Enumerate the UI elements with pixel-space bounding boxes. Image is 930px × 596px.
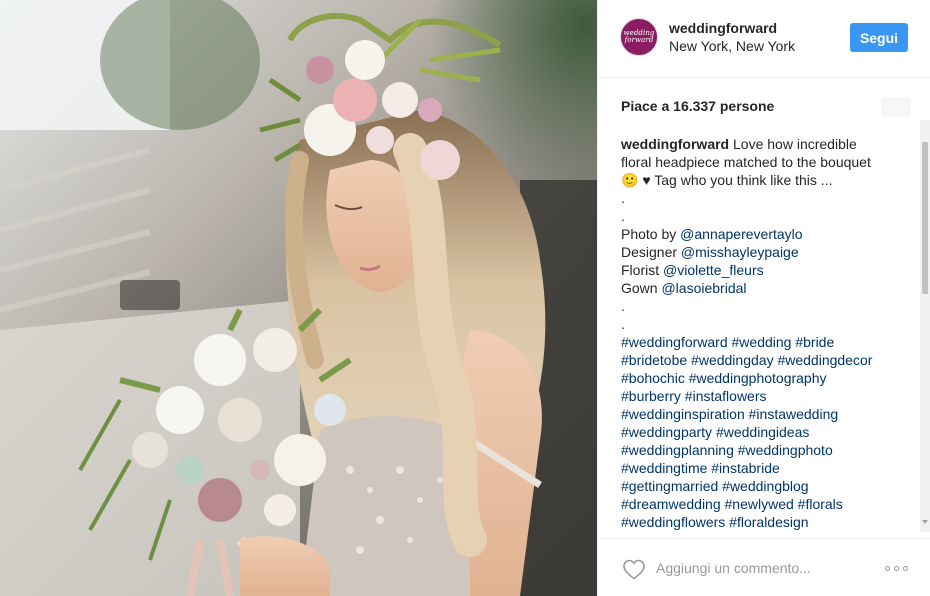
hashtag-line[interactable]: #dreamwedding #newlywed #florals [621, 495, 906, 513]
hashtag-line[interactable]: #bridetobe #weddingday #weddingdecor [621, 351, 906, 369]
comment-bar [598, 538, 930, 596]
credit-handle-link[interactable]: @misshayleypaige [681, 244, 799, 260]
likes-count[interactable]: Piace a 16.337 persone [621, 98, 774, 114]
hashtag-line[interactable]: #weddinginspiration #instawedding [621, 405, 906, 423]
post-caption: weddingforward Love how incredible flora… [621, 135, 906, 531]
hashtag-line[interactable]: #weddingplanning #weddingphoto [621, 441, 906, 459]
caption-line: 🙂 ♥ Tag who you think like this ... [621, 172, 833, 188]
hashtag-line[interactable]: #burberry #instaflowers [621, 387, 906, 405]
credit-line: Gown @lasoiebridal [621, 279, 906, 297]
hashtag-line[interactable]: #weddingparty #weddingideas [621, 423, 906, 441]
post-details-panel: wedding forward weddingforward New York,… [597, 0, 930, 596]
scrollbar-thumb[interactable] [922, 142, 928, 294]
credit-label: Designer [621, 244, 678, 260]
caption-dot: . [621, 190, 625, 206]
hashtag-line[interactable]: #bohochic #weddingphotography [621, 369, 906, 387]
credit-handle-link[interactable]: @lasoiebridal [661, 280, 746, 296]
avatar-logo-text: wedding forward [623, 29, 655, 44]
more-options-icon[interactable] [885, 565, 911, 573]
credit-line: Florist @violette_fleurs [621, 261, 906, 279]
caption-dot: . [621, 208, 625, 224]
bride-photo-illustration [0, 0, 597, 596]
caption-dot: . [621, 316, 625, 332]
credit-handle-link[interactable]: @violette_fleurs [663, 262, 764, 278]
caption-username[interactable]: weddingforward [621, 136, 729, 152]
credit-handle-link[interactable]: @annaperevertaylo [680, 226, 802, 242]
caption-line: weddingforward Love how incredible [621, 135, 906, 153]
credit-label: Florist [621, 262, 660, 278]
post-header: wedding forward weddingforward New York,… [598, 0, 930, 78]
hashtag-line[interactable]: #weddingflowers #floraldesign [621, 513, 906, 531]
hashtag-line[interactable]: #weddingforward #wedding #bride [621, 333, 906, 351]
comment-input[interactable] [656, 557, 856, 579]
heart-icon[interactable] [622, 558, 646, 580]
post-photo[interactable] [0, 0, 597, 596]
likes-area-placeholder [881, 97, 911, 117]
chevron-down-icon[interactable] [922, 520, 928, 524]
credit-line: Photo by @annaperevertaylo [621, 225, 906, 243]
credit-label: Gown [621, 280, 658, 296]
credit-line: Designer @misshayleypaige [621, 243, 906, 261]
hashtag-line[interactable]: #weddingtime #instabride [621, 459, 906, 477]
caption-line: floral headpiece matched to the bouquet [621, 154, 871, 170]
caption-dot: . [621, 298, 625, 314]
hashtag-line[interactable]: #gettingmarried #weddingblog [621, 477, 906, 495]
header-username[interactable]: weddingforward [669, 20, 777, 36]
caption-scrollbar[interactable] [920, 120, 930, 532]
avatar[interactable]: wedding forward [620, 18, 658, 56]
header-location[interactable]: New York, New York [669, 38, 795, 54]
caption-text: Love how incredible [733, 136, 857, 152]
credit-label: Photo by [621, 226, 677, 242]
follow-button[interactable]: Segui [850, 23, 908, 52]
